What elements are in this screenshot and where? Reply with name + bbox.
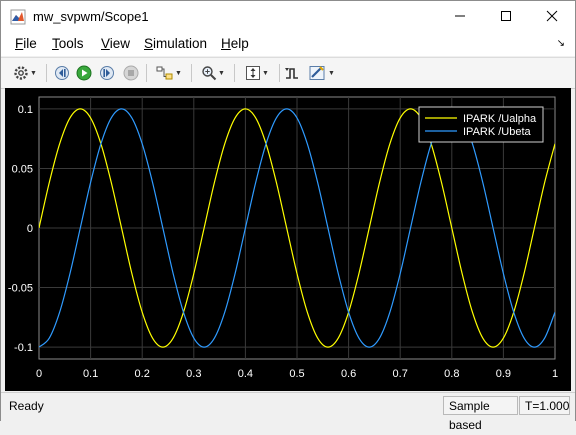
maximize-icon (501, 11, 511, 21)
window-title: mw_svpwm/Scope1 (33, 9, 149, 24)
y-tick-label: 0.05 (12, 163, 33, 175)
menu-file[interactable]: File (15, 36, 37, 51)
menu-bar: File Tools View Simulation Help ↘ (1, 32, 575, 56)
status-bar: Ready Sample based T=1.000 (1, 392, 575, 432)
y-tick-label: 0.1 (18, 104, 33, 116)
menu-help[interactable]: Help (221, 36, 249, 51)
stop-button[interactable] (122, 63, 140, 83)
status-ready-text: Ready (9, 399, 44, 413)
time-indicator: T=1.000 (519, 396, 570, 415)
x-tick-label: 0.3 (186, 368, 201, 380)
x-tick-label: 0.8 (444, 368, 459, 380)
scope-plot-panel: 0 0.1 0.2 0.3 0.4 0.5 0.6 0.7 0.8 0.9 1 0.1 0.05 0 -0.… (5, 88, 571, 391)
menu-view[interactable]: View (101, 36, 130, 51)
close-button[interactable] (529, 1, 575, 31)
menu-simulation[interactable]: Simulation (144, 36, 207, 51)
matlab-app-icon (10, 9, 26, 25)
step-forward-icon (100, 66, 114, 80)
sample-mode-indicator: Sample based (443, 396, 518, 432)
run-icon (76, 65, 92, 81)
autoscale-button[interactable]: ▼ (240, 63, 274, 83)
x-tick-label: 0.1 (83, 368, 98, 380)
x-tick-label: 0.6 (341, 368, 356, 380)
title-bar[interactable]: mw_svpwm/Scope1 (1, 1, 575, 32)
y-tick-label: -0.1 (14, 342, 33, 354)
step-back-button[interactable] (53, 63, 71, 83)
menu-tools[interactable]: Tools (52, 36, 84, 51)
y-tick-label: -0.05 (8, 283, 33, 295)
highlight-block-button[interactable]: ▼ (152, 63, 186, 83)
x-tick-label: 0.5 (289, 368, 304, 380)
measurements-button[interactable]: ▼ (306, 63, 338, 83)
run-button[interactable] (75, 63, 93, 83)
autoscale-icon (246, 66, 261, 80)
step-forward-button[interactable] (98, 63, 116, 83)
x-tick-label: 0.7 (393, 368, 408, 380)
legend-label: IPARK /Ubeta (463, 126, 532, 138)
y-tick-label: 0 (27, 223, 33, 235)
triggers-icon (285, 68, 298, 79)
x-tick-label: 0.9 (496, 368, 511, 380)
maximize-button[interactable] (483, 1, 529, 31)
highlight-block-icon (156, 66, 173, 80)
minimize-button[interactable] (437, 1, 483, 31)
scope-axes[interactable]: 0 0.1 0.2 0.3 0.4 0.5 0.6 0.7 0.8 0.9 1 0.1 0.05 0 -0.… (5, 88, 571, 391)
settings-button[interactable]: ▼ (9, 63, 41, 83)
zoom-icon (202, 66, 217, 81)
stop-icon (123, 65, 139, 81)
minimize-icon (455, 15, 465, 17)
x-tick-label: 1 (552, 368, 558, 380)
settings-icon (14, 66, 28, 80)
zoom-button[interactable]: ▼ (197, 63, 229, 83)
legend[interactable]: IPARK /UalphaIPARK /Ubeta (418, 106, 544, 143)
measurements-icon (309, 66, 325, 80)
triggers-button[interactable] (283, 63, 301, 83)
x-tick-label: 0 (36, 368, 42, 380)
legend-label: IPARK /Ualpha (463, 113, 537, 125)
dock-arrow-icon[interactable]: ↘ (557, 38, 565, 49)
toolbar: ▼ ▼ ▼ ▼ ▼ (1, 57, 575, 89)
x-tick-label: 0.2 (135, 368, 150, 380)
x-tick-label: 0.4 (238, 368, 253, 380)
scope-window: mw_svpwm/Scope1 File Tools View Simulati… (0, 0, 576, 432)
close-icon (546, 10, 558, 22)
step-back-icon (55, 66, 69, 80)
